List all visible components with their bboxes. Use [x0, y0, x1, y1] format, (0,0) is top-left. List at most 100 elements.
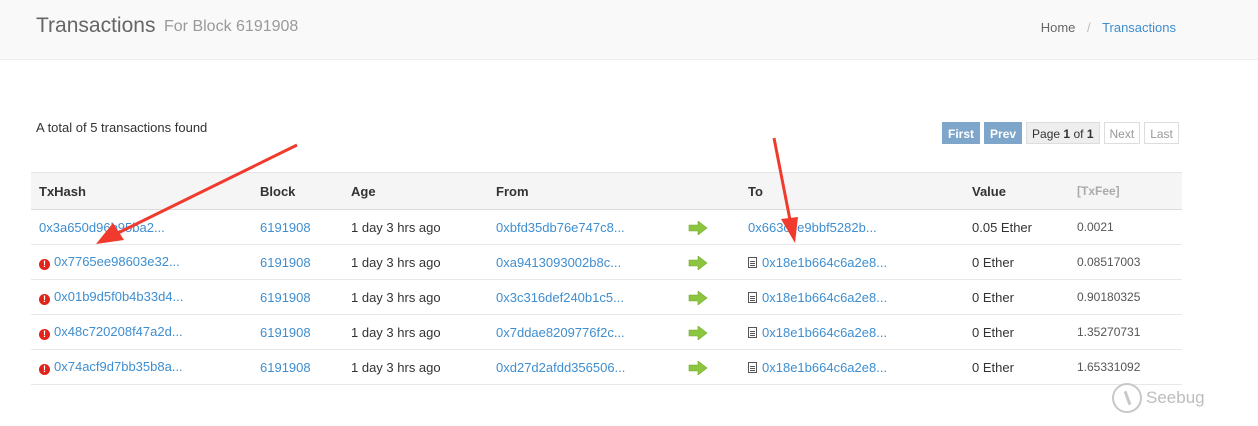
page-prefix: Page: [1032, 127, 1061, 141]
seebug-logo-icon: [1112, 383, 1142, 413]
page-current: 1: [1063, 127, 1071, 141]
green-right-arrow-icon: [688, 324, 708, 340]
column-header-to: To: [740, 172, 964, 210]
transactions-table-body: 0x3a650d96b95ba2... 6191908 1 day 3 hrs ag…: [31, 210, 1182, 385]
from-address-link[interactable]: 0x7ddae8209776f2c...: [496, 325, 625, 340]
next-page-button[interactable]: Next: [1103, 122, 1141, 144]
to-cell: 0x18e1b664c6a2e8...: [740, 280, 964, 315]
from-address-link[interactable]: 0xa9413093002b8c...: [496, 255, 621, 270]
green-right-arrow-icon: [688, 254, 708, 270]
block-cell: 6191908: [252, 245, 343, 280]
direction-cell: [688, 315, 740, 350]
block-link[interactable]: 6191908: [260, 325, 311, 340]
age-cell: 1 day 3 hrs ago: [351, 254, 441, 270]
transactions-table: TxHash Block Age From To Value [TxFee] 0…: [31, 172, 1182, 385]
error-exclamation-icon: !: [39, 364, 50, 375]
last-page-button[interactable]: Last: [1144, 122, 1179, 144]
txhash-cell: ! 0x7765ee98603e32...: [31, 245, 252, 280]
contract-file-icon: [748, 361, 757, 373]
txhash-link[interactable]: 0x3a650d96b95ba2...: [39, 220, 165, 235]
direction-cell: [688, 210, 740, 245]
age-cell: 1 day 3 hrs ago: [351, 219, 441, 235]
to-cell: 0x18e1b664c6a2e8...: [740, 350, 964, 385]
table-header-row: TxHash Block Age From To Value [TxFee]: [31, 172, 1182, 210]
to-cell: 0x663c6e9bbf5282b...: [740, 210, 964, 245]
value-cell: 0 Ether: [972, 324, 1014, 340]
txhash-cell: ! 0x74acf9d7bb35b8a...: [31, 350, 252, 385]
column-header-txfee: [TxFee]: [1069, 172, 1182, 210]
txhash-cell: ! 0x48c720208f47a2d...: [31, 315, 252, 350]
block-link[interactable]: 6191908: [260, 290, 311, 305]
block-cell: 6191908: [252, 315, 343, 350]
age-cell: 1 day 3 hrs ago: [351, 289, 441, 305]
column-header-direction: [688, 172, 740, 210]
column-header-value: Value: [964, 172, 1069, 210]
table-row: ! 0x48c720208f47a2d... 6191908 1 day 3 hrs …: [31, 315, 1182, 350]
txhash-cell: 0x3a650d96b95ba2...: [31, 210, 252, 245]
from-cell: 0xd27d2afdd356506...: [488, 350, 688, 385]
page-title: Transactions: [36, 14, 156, 37]
table-row: ! 0x01b9d5f0b4b33d4... 6191908 1 day 3 hrs …: [31, 280, 1182, 315]
txhash-link[interactable]: 0x48c720208f47a2d...: [54, 324, 183, 339]
txhash-cell: ! 0x01b9d5f0b4b33d4...: [31, 280, 252, 315]
green-right-arrow-icon: [688, 219, 708, 235]
age-cell: 1 day 3 hrs ago: [351, 324, 441, 340]
from-address-link[interactable]: 0xbfd35db76e747c8...: [496, 220, 625, 235]
column-header-from: From: [488, 172, 688, 210]
to-address-link[interactable]: 0x18e1b664c6a2e8...: [762, 325, 887, 340]
green-right-arrow-icon: [688, 359, 708, 375]
from-cell: 0xbfd35db76e747c8...: [488, 210, 688, 245]
age-cell: 1 day 3 hrs ago: [351, 359, 441, 375]
from-address-link[interactable]: 0x3c316def240b1c5...: [496, 290, 624, 305]
to-address-link[interactable]: 0x18e1b664c6a2e8...: [762, 255, 887, 270]
txfee-cell: 0.90180325: [1077, 290, 1141, 304]
breadcrumb-home-link[interactable]: Home: [1041, 20, 1076, 35]
page-indicator: Page 1 of 1: [1026, 122, 1100, 144]
total-count-text: A total of 5 transactions found: [36, 120, 208, 135]
from-cell: 0xa9413093002b8c...: [488, 245, 688, 280]
txhash-link[interactable]: 0x7765ee98603e32...: [54, 254, 180, 269]
to-address-link[interactable]: 0x18e1b664c6a2e8...: [762, 360, 887, 375]
page-total: 1: [1086, 127, 1094, 141]
prev-page-button[interactable]: Prev: [984, 122, 1023, 144]
txhash-link[interactable]: 0x74acf9d7bb35b8a...: [54, 359, 183, 374]
page-subtitle: For Block 6191908: [164, 18, 299, 35]
block-link[interactable]: 6191908: [260, 220, 311, 235]
breadcrumb-current-link[interactable]: Transactions: [1102, 20, 1176, 35]
column-header-block: Block: [252, 172, 343, 210]
seebug-watermark: Seebug: [1112, 383, 1205, 413]
green-right-arrow-icon: [688, 289, 708, 305]
from-address-link[interactable]: 0xd27d2afdd356506...: [496, 360, 625, 375]
value-cell: 0 Ether: [972, 359, 1014, 375]
to-address-link[interactable]: 0x663c6e9bbf5282b...: [748, 220, 877, 235]
value-cell: 0 Ether: [972, 289, 1014, 305]
table-row: ! 0x74acf9d7bb35b8a... 6191908 1 day 3 hrs …: [31, 350, 1182, 385]
to-cell: 0x18e1b664c6a2e8...: [740, 315, 964, 350]
block-link[interactable]: 6191908: [260, 360, 311, 375]
to-address-link[interactable]: 0x18e1b664c6a2e8...: [762, 290, 887, 305]
txfee-cell: 1.35270731: [1077, 325, 1141, 339]
value-cell: 0.05 Ether: [972, 219, 1032, 235]
first-page-button[interactable]: First: [942, 122, 981, 144]
direction-cell: [688, 280, 740, 315]
txfee-cell: 1.65331092: [1077, 360, 1141, 374]
breadcrumb-separator: /: [1087, 20, 1091, 35]
page-of: of: [1073, 127, 1084, 141]
direction-cell: [688, 245, 740, 280]
block-cell: 6191908: [252, 210, 343, 245]
error-exclamation-icon: !: [39, 329, 50, 340]
from-cell: 0x3c316def240b1c5...: [488, 280, 688, 315]
to-cell: 0x18e1b664c6a2e8...: [740, 245, 964, 280]
block-link[interactable]: 6191908: [260, 255, 311, 270]
contract-file-icon: [748, 291, 757, 303]
direction-cell: [688, 350, 740, 385]
value-cell: 0 Ether: [972, 254, 1014, 270]
contract-file-icon: [748, 256, 757, 268]
breadcrumb: Home / Transactions: [1041, 20, 1176, 35]
page-header: Transactions For Block 6191908 Home / Tr…: [0, 0, 1258, 60]
txhash-link[interactable]: 0x01b9d5f0b4b33d4...: [54, 289, 183, 304]
txfee-cell: 0.08517003: [1077, 255, 1141, 269]
error-exclamation-icon: !: [39, 259, 50, 270]
table-row: ! 0x7765ee98603e32... 6191908 1 day 3 hrs a…: [31, 245, 1182, 280]
watermark-text: Seebug: [1146, 388, 1205, 407]
